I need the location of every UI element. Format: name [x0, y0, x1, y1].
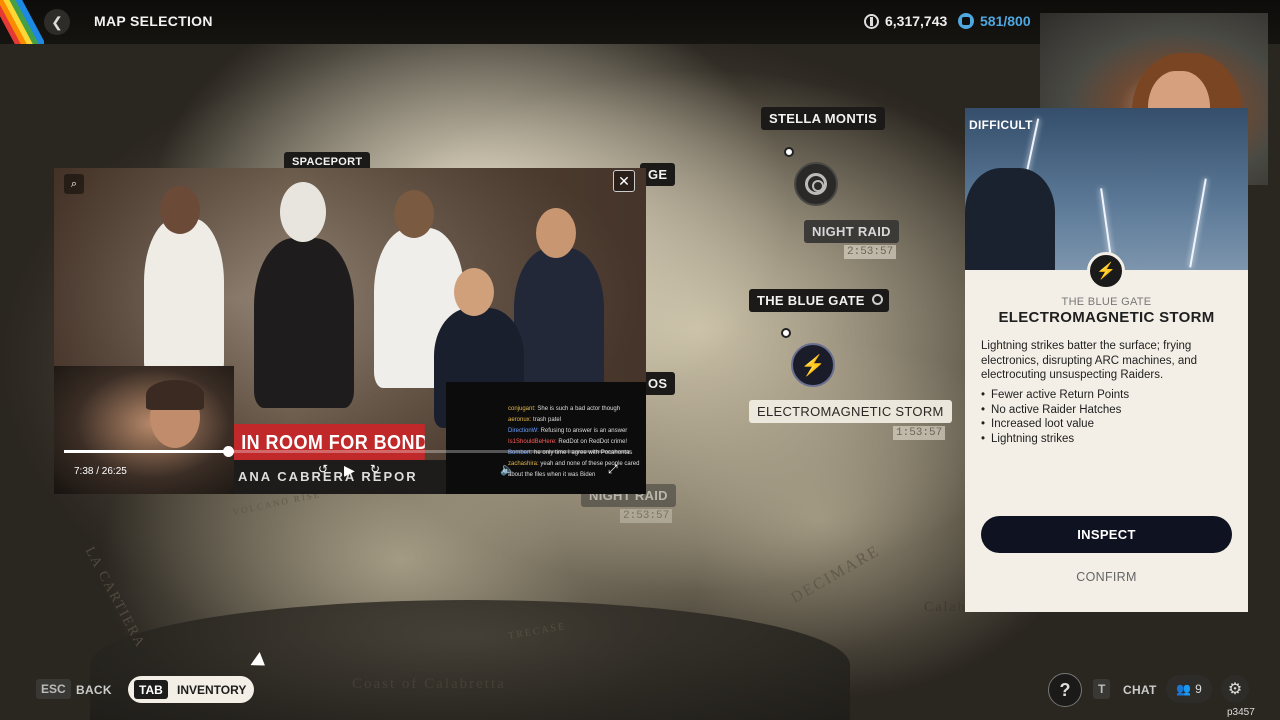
event-effect-item: Fewer active Return Points	[981, 388, 1235, 403]
event-hero-image	[965, 108, 1248, 270]
news-banner: IN ROOM FOR BONDI HEA	[234, 424, 425, 460]
map-region-label: Coast of Calabretta	[352, 676, 506, 692]
event-effect-item: Lightning strikes	[981, 432, 1235, 447]
video-figure	[160, 186, 200, 234]
chat-message: DirectionW: Refusing to answer is an ans…	[508, 426, 640, 437]
blue-gate-info-icon	[871, 294, 883, 305]
event-effect-item: No active Raider Hatches	[981, 403, 1235, 418]
chat-user: Is1ShouldBeHere:	[508, 439, 557, 445]
lightning-streak	[1100, 188, 1112, 258]
storm-event-marker[interactable]: ⚡	[791, 343, 835, 387]
expand-video-button[interactable]: ⌕	[64, 174, 84, 194]
video-figure	[514, 248, 604, 398]
video-figure	[280, 182, 326, 242]
event-location: THE BLUE GATE	[1061, 296, 1152, 308]
chat-text: RedDot on RedDot crime!	[558, 439, 628, 445]
close-video-button[interactable]: ✕	[613, 170, 635, 192]
credits-display: 6,317,743	[864, 13, 947, 29]
rewind-icon[interactable]: ↺	[318, 462, 328, 476]
people-icon: 👥	[1176, 682, 1192, 696]
inventory-label: INVENTORY	[177, 683, 247, 697]
chat-message: zachashira: yeah and none of these peopl…	[508, 459, 640, 481]
inspect-button[interactable]: INSPECT	[981, 516, 1232, 553]
night-raid-timer: 2:53:57	[844, 245, 897, 259]
event-detail-panel: DIFFICULT ⚡ THE BLUE GATE ELECTROMAGNETI…	[965, 108, 1248, 612]
chat-message: aeronux: trash patel	[508, 415, 640, 426]
video-progress-fill	[64, 450, 229, 453]
night-raid-icon	[805, 173, 827, 195]
gear-icon: ⚙	[1227, 681, 1243, 698]
difficulty-label: DIFFICULT	[969, 118, 1033, 132]
t-key-hint: T	[1093, 679, 1111, 699]
night-raid-label[interactable]: NIGHT RAID	[804, 220, 899, 243]
news-subbanner: ANA CABRERA REPOR	[234, 460, 446, 494]
location-blue-gate-dot[interactable]	[781, 328, 791, 338]
close-icon: ✕	[618, 172, 630, 189]
back-arrow-button[interactable]: ❮	[44, 9, 70, 35]
storage-icon	[958, 13, 974, 29]
tree-silhouette	[965, 168, 1055, 270]
storm-event-timer: 1:53:57	[893, 426, 946, 440]
event-effects-list: Fewer active Return Points No active Rai…	[981, 388, 1235, 446]
party-count: 9	[1195, 682, 1202, 696]
volume-icon[interactable]: 🔈	[500, 462, 515, 476]
fullscreen-icon[interactable]: ⤢	[608, 462, 618, 477]
storm-emblem-icon: ⚡	[1087, 252, 1125, 290]
event-description: Lightning strikes batter the surface; fr…	[981, 340, 1198, 381]
esc-key-hint: ESC	[36, 679, 71, 699]
question-icon: ?	[1059, 679, 1071, 700]
inventory-button[interactable]: TAB INVENTORY	[128, 676, 254, 703]
chat-text: Refusing to answer is an answer	[540, 428, 628, 434]
tab-key-hint: TAB	[134, 680, 168, 699]
chat-user: aeronux:	[508, 417, 532, 423]
storm-event-label[interactable]: ELECTROMAGNETIC STORM	[749, 400, 952, 423]
video-figure	[536, 208, 576, 258]
chat-user: conjugant:	[508, 406, 536, 412]
credits-value: 6,317,743	[885, 13, 948, 29]
stream-chat: conjugant: She is such a bad actor thoug…	[446, 382, 646, 494]
event-effect-item: Increased loot value	[981, 417, 1235, 432]
credits-icon	[864, 13, 879, 29]
video-figure	[454, 268, 494, 316]
storage-display: 581/800	[958, 13, 1031, 29]
page-title: MAP SELECTION	[94, 13, 213, 29]
chat-message: Is1ShouldBeHere: RedDot on RedDot crime!	[508, 437, 640, 448]
confirm-button[interactable]: CONFIRM	[981, 564, 1232, 590]
video-figure	[394, 190, 434, 238]
rainbow-logo	[0, 0, 44, 44]
video-figure	[144, 218, 224, 378]
chevron-left-icon: ❮	[51, 13, 63, 30]
video-player-overlay[interactable]: ⌕ ✕ IN ROOM FOR BONDI HEA ANA CABRERA RE…	[54, 168, 646, 494]
lightning-streak	[1189, 178, 1207, 268]
party-button[interactable]: 👥 9	[1166, 675, 1212, 703]
location-blue-gate-name: THE BLUE GATE	[757, 293, 865, 308]
storage-value: 581/800	[980, 13, 1031, 29]
video-time: 7:38 / 26:25	[74, 466, 127, 477]
video-figure	[254, 238, 354, 408]
lightning-bolt-icon: ⚡	[800, 354, 826, 377]
forward-icon[interactable]: ↻	[370, 462, 380, 476]
location-stella-montis-dot[interactable]	[784, 147, 794, 157]
magnify-icon: ⌕	[70, 177, 78, 190]
location-stella-montis-label[interactable]: STELLA MONTIS	[761, 107, 886, 130]
chat-text: She is such a bad actor though	[537, 406, 621, 412]
location-blue-gate-label[interactable]: THE BLUE GATE	[749, 289, 889, 312]
corner-tag: p3457	[1227, 707, 1255, 718]
settings-button[interactable]: ⚙	[1221, 675, 1249, 703]
night-raid-timer-2: 2:53:57	[620, 509, 673, 523]
back-button[interactable]: BACK	[76, 683, 112, 697]
chat-user: DirectionW:	[508, 428, 539, 434]
help-button[interactable]: ?	[1048, 673, 1082, 707]
night-raid-marker[interactable]	[794, 162, 838, 206]
event-title: ELECTROMAGNETIC STORM	[998, 309, 1215, 326]
chat-button[interactable]: CHAT	[1123, 683, 1157, 697]
video-seek-bar[interactable]	[64, 446, 630, 457]
chat-message: conjugant: She is such a bad actor thoug…	[508, 404, 640, 415]
streamer-hair	[146, 380, 204, 410]
play-icon[interactable]: ▶	[344, 462, 355, 479]
chat-text: trash patel	[533, 417, 562, 423]
